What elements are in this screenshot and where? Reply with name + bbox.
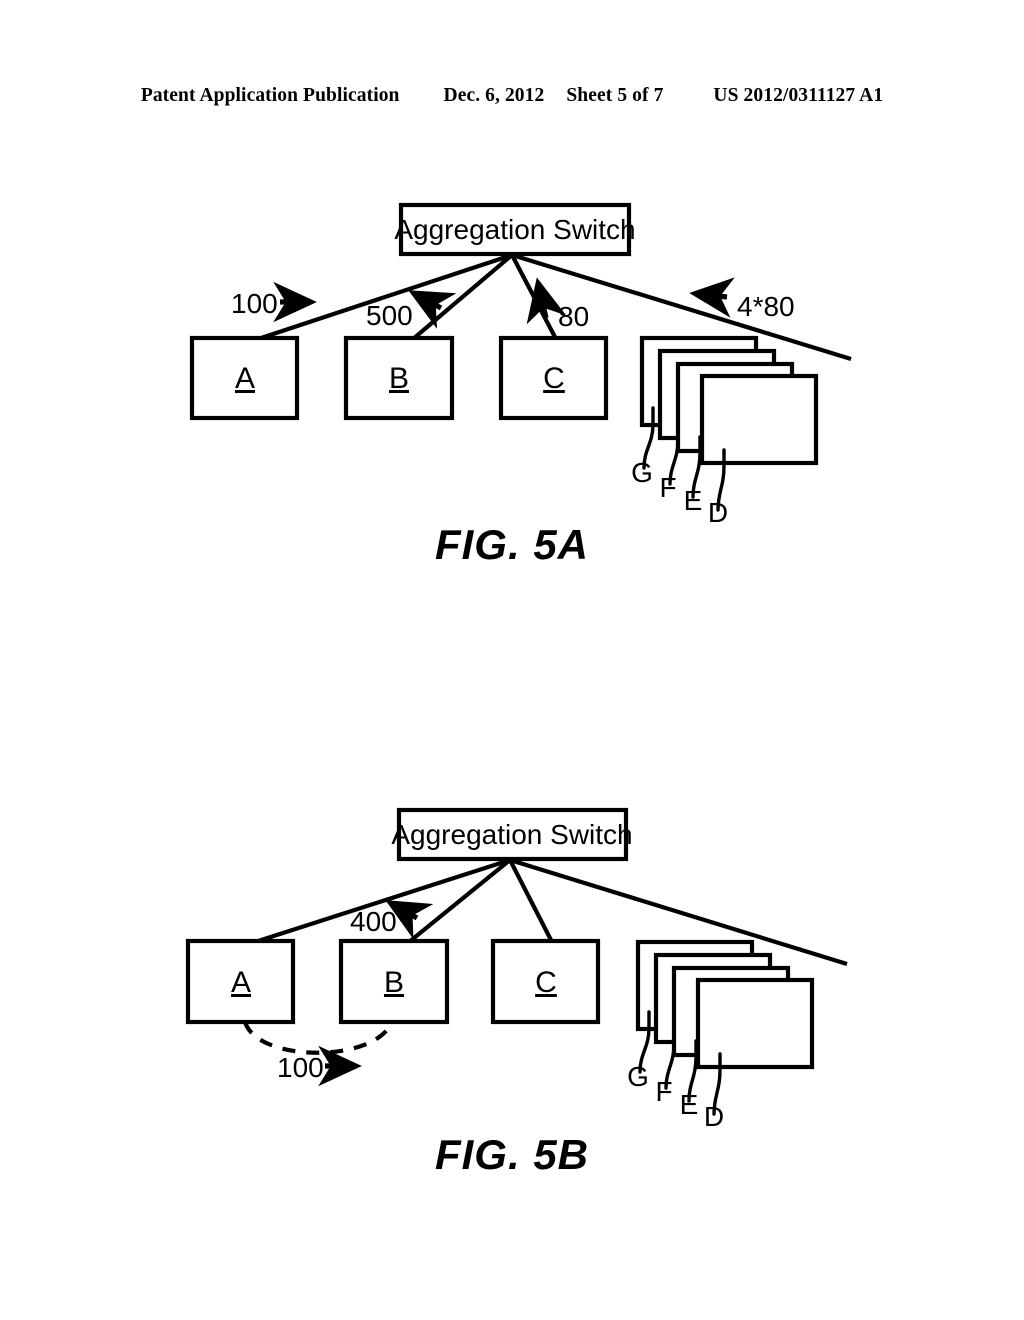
fig5b-stack-label-f: F [655,1076,672,1107]
fig5b-stack-box-d [695,977,815,1070]
fig5b-node-b[interactable]: B [338,938,450,1025]
fig5a-node-stack[interactable] [639,335,819,466]
fig5b-stack-label-e: E [680,1089,699,1120]
fig5a-aggregation-switch[interactable]: Aggregation Switch [394,202,636,257]
fig5a-node-b-label: B [389,362,409,395]
fig5b-flow-400-text: 400 [350,906,397,937]
fig5a-flow-500-text: 500 [366,300,413,331]
fig5b-node-stack[interactable] [635,939,815,1070]
fig5b-node-c-label: C [535,966,557,999]
fig5a-node-a[interactable]: A [189,335,300,421]
fig5b-node-c[interactable]: C [490,938,601,1025]
fig5a-stack-label-g: G [631,457,653,488]
fig5b-stack-label-g: G [627,1061,649,1092]
figure-5b-group: Aggregation Switch 400 A B C 100 G F E D [185,807,848,1132]
fig5a-flow-80-arrow-icon [526,277,567,325]
fig5a-flow-500-arrow-icon [408,290,457,329]
figure-5a-caption: FIG. 5A [434,521,590,568]
patent-figure-page: Patent Application Publication Dec. 6, 2… [0,0,1024,1320]
fig5b-link-to-b [407,858,512,944]
fig5a-node-c-label: C [543,362,565,395]
fig5b-flow-label-400: 400 [350,900,434,940]
fig5a-node-b[interactable]: B [343,335,455,421]
fig5a-stack-label-e: E [684,485,703,516]
fig5a-node-a-label: A [235,362,255,395]
fig5b-flow-400-arrow-icon [385,900,434,940]
fig5b-flow-label-100: 100 [277,1045,362,1087]
fig5b-node-a-label: A [231,966,251,999]
fig5a-flow-80-text: 80 [558,301,589,332]
fig5a-flow-100-text: 100 [231,288,278,319]
fig5b-switch-label: Aggregation Switch [391,819,632,850]
fig5a-flow-label-100: 100 [231,281,317,323]
fig5a-switch-label: Aggregation Switch [394,214,635,245]
fig5a-node-c[interactable]: C [498,335,609,421]
fig5a-stack-box-d [699,373,819,466]
figure-drawing-canvas: .bx { fill:#ffffff; stroke:#000000; stro… [185,202,852,1132]
figure-5b-caption: FIG. 5B [434,1131,590,1178]
fig5b-stack-label-d: D [704,1101,724,1132]
fig5a-flow-4x80-text: 4*80 [737,291,795,322]
fig5a-stack-label-f: F [659,472,676,503]
fig5b-dashed-link-a-b [242,1021,394,1055]
fig5b-node-a[interactable]: A [185,938,296,1025]
fig5a-flow-4x80-arrow-icon [689,277,735,318]
fig5b-flow-100-text: 100 [277,1052,324,1083]
fig5a-link-to-b [411,253,514,341]
fig5b-aggregation-switch[interactable]: Aggregation Switch [391,807,633,862]
figure-5a-group: Aggregation Switch 100 500 80 4*80 A B C… [189,202,852,528]
fig5b-node-b-label: B [384,966,404,999]
